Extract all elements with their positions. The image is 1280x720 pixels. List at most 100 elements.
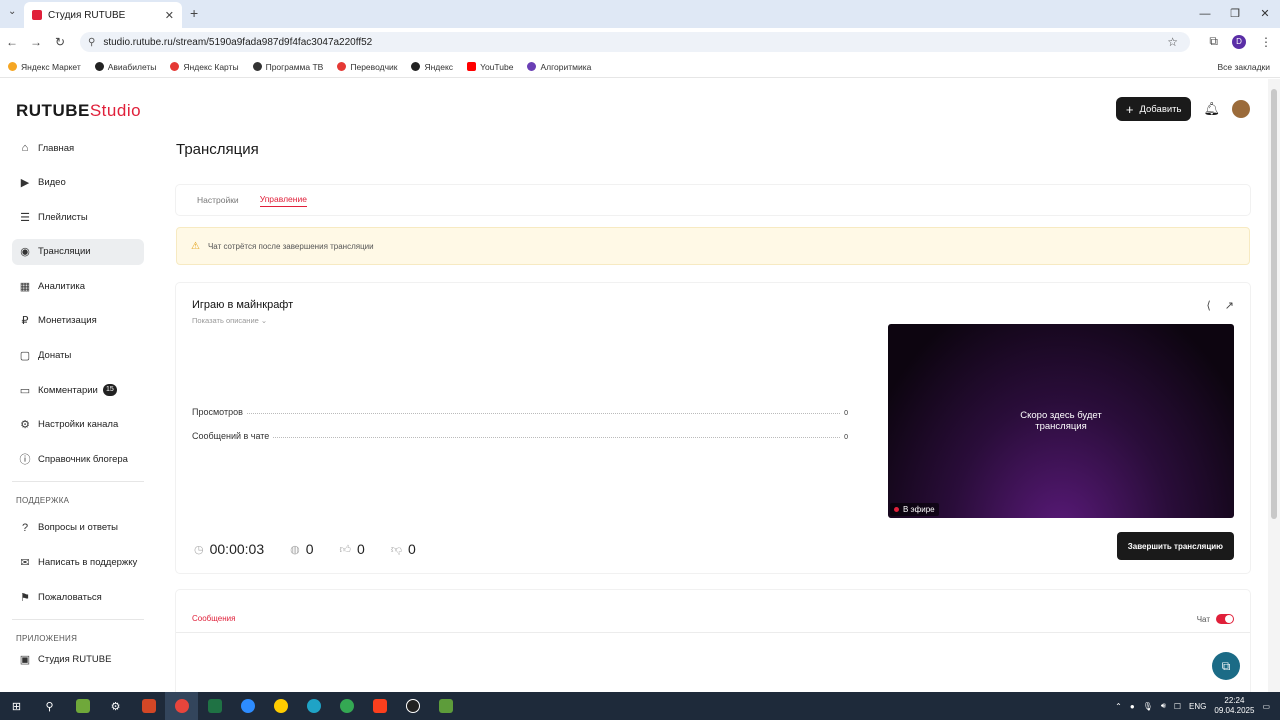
sidebar-item-comments[interactable]: ▭ Комментарии 15: [12, 377, 144, 403]
extensions-icon[interactable]: ⧉: [1209, 34, 1218, 49]
sidebar-item-report[interactable]: ⚑ Пожаловаться: [12, 584, 144, 610]
sidebar-item-channel-settings[interactable]: ⚙ Настройки канала: [12, 412, 144, 438]
end-stream-button[interactable]: Завершить трансляцию: [1116, 532, 1234, 560]
browser-tab[interactable]: Студия RUTUBE ✕: [24, 2, 182, 28]
bookmark-item[interactable]: Программа ТВ: [252, 62, 323, 72]
sidebar-item-video[interactable]: ▶ Видео: [12, 170, 144, 196]
tray-app-icon[interactable]: ●: [1130, 702, 1135, 711]
new-tab-icon[interactable]: +: [190, 5, 198, 21]
stream-tabs: Настройки Управление: [176, 185, 1250, 215]
microphone-icon[interactable]: 🎙︎: [1143, 702, 1153, 711]
all-bookmarks-link[interactable]: Все закладки: [1217, 62, 1270, 72]
chat-toggle[interactable]: Чат: [1197, 614, 1234, 624]
yandex-browser-icon[interactable]: [264, 692, 297, 720]
start-icon[interactable]: ⊞: [0, 692, 33, 720]
bookmark-star-icon[interactable]: ☆: [1167, 35, 1178, 49]
video-icon: ▶: [20, 177, 30, 190]
bookmark-icon: [94, 62, 104, 71]
yandex-icon[interactable]: [363, 692, 396, 720]
bookmark-item[interactable]: Яндекс: [411, 62, 453, 72]
tab-messages[interactable]: Сообщения: [192, 614, 235, 623]
sidebar-item-donates[interactable]: ▢ Донаты: [12, 343, 144, 369]
header-actions: + Добавить 🔔︎: [1115, 97, 1250, 121]
search-icon[interactable]: ⚲: [33, 692, 66, 720]
chrome-alt-icon[interactable]: [330, 692, 363, 720]
stream-preview-player[interactable]: Скоро здесь будет трансляция В эфире: [888, 324, 1234, 518]
sidebar: ⌂ Главная ▶ Видео ☰ Плейлисты ◉ Трансляции ▦…: [12, 135, 144, 677]
sidebar-item-faq[interactable]: ? Вопросы и ответы: [12, 515, 144, 541]
plus-icon: +: [1125, 101, 1134, 117]
app-icon: ▣: [19, 654, 31, 667]
stream-actions: ⟨ ↗: [1206, 299, 1234, 312]
system-tray: ⌃ ● 🎙︎ 🔊︎ ☐ ENG 22:24 09.04.2025 ▭: [1115, 692, 1270, 720]
sidebar-item-analytics[interactable]: ▦ Аналитика: [12, 273, 144, 299]
bookmark-icon: [170, 62, 180, 71]
zoom-icon[interactable]: [231, 692, 264, 720]
language-indicator[interactable]: ENG: [1189, 702, 1206, 711]
sidebar-item-home[interactable]: ⌂ Главная: [12, 135, 144, 161]
rutube-studio-logo[interactable]: RUTUBEStudio: [16, 101, 141, 121]
sidebar-item-broadcasts[interactable]: ◉ Трансляции: [12, 238, 144, 265]
sidebar-item-contact-support[interactable]: ✉ Написать в поддержку: [12, 550, 144, 576]
show-description-link[interactable]: Показать описание ⌄: [192, 316, 267, 325]
notifications-icon[interactable]: ▭: [1262, 702, 1270, 711]
bookmark-item[interactable]: Яндекс Маркет: [8, 62, 81, 72]
chrome-icon[interactable]: [165, 692, 198, 720]
clock[interactable]: 22:24 09.04.2025: [1214, 696, 1254, 716]
channel-avatar[interactable]: [1232, 100, 1250, 118]
bell-icon[interactable]: 🔔︎: [1203, 101, 1220, 117]
obs-icon[interactable]: [396, 692, 429, 720]
close-window-icon[interactable]: ✕: [1250, 0, 1280, 28]
divider: [176, 632, 1250, 633]
support-chat-icon[interactable]: ⧉: [1212, 652, 1240, 680]
stream-card: Играю в майнкрафт Показать описание ⌄ ⟨ …: [176, 283, 1250, 573]
excel-icon[interactable]: [198, 692, 231, 720]
sidebar-item-playlists[interactable]: ☰ Плейлисты: [12, 204, 144, 230]
edge-icon[interactable]: [297, 692, 330, 720]
close-tab-icon[interactable]: ✕: [165, 9, 174, 22]
reload-icon[interactable]: ↻: [48, 35, 72, 49]
settings-icon: ⚙: [20, 419, 30, 432]
divider: [12, 480, 144, 482]
share-icon[interactable]: ⟨: [1206, 299, 1210, 312]
forward-icon[interactable]: →: [24, 35, 48, 49]
open-external-icon[interactable]: ↗: [1225, 299, 1234, 312]
taskbar-app-icon[interactable]: [66, 692, 99, 720]
warning-icon: ⚠: [191, 240, 200, 252]
minecraft-icon[interactable]: [429, 692, 462, 720]
bookmark-item[interactable]: Авиабилеты: [94, 62, 156, 72]
chat-warning-banner: ⚠ Чат сотрётся после завершения трансляц…: [176, 227, 1250, 265]
taskbar-settings-icon[interactable]: ⚙: [99, 692, 132, 720]
bookmark-item[interactable]: Переводчик: [337, 62, 397, 72]
page-scrollbar[interactable]: [1268, 79, 1280, 692]
bookmark-item[interactable]: YouTube: [467, 62, 513, 72]
duration-metric: ◷ 00:00:03: [194, 541, 265, 557]
tab-settings[interactable]: Настройки: [197, 195, 239, 205]
browser-menu-icon[interactable]: ⋮: [1260, 35, 1272, 49]
network-icon[interactable]: ☐: [1174, 702, 1181, 711]
clock-icon: ◷: [194, 543, 204, 556]
chat-switch[interactable]: [1216, 614, 1234, 624]
page-title: Трансляция: [176, 141, 259, 158]
scrollbar-thumb[interactable]: [1271, 89, 1277, 519]
add-button[interactable]: + Добавить: [1115, 97, 1192, 121]
sidebar-item-blogger-guide[interactable]: ⓘ Справочник блогера: [12, 446, 144, 472]
volume-icon[interactable]: 🔊︎: [1161, 701, 1166, 711]
url-field[interactable]: ⚲ studio.rutube.ru/stream/5190a9fada987d…: [80, 32, 1190, 52]
bookmark-item[interactable]: Алгоритмика: [527, 62, 591, 72]
bookmark-item[interactable]: Яндекс Карты: [170, 62, 239, 72]
tab-list-icon[interactable]: ⌄: [8, 6, 16, 17]
sidebar-item-studio-app[interactable]: ▣ Студия RUTUBE: [12, 651, 144, 669]
powerpoint-icon[interactable]: [132, 692, 165, 720]
tab-management[interactable]: Управление: [259, 194, 307, 207]
minimize-icon[interactable]: —: [1190, 0, 1220, 28]
os-taskbar: ⊞ ⚲ ⚙ ⌃ ● 🎙︎ 🔊︎ ☐ ENG 22:24 09.04.2025 ▭: [0, 692, 1280, 720]
restore-icon[interactable]: ❐: [1220, 0, 1250, 28]
tray-chevron-icon[interactable]: ⌃: [1115, 702, 1122, 711]
sidebar-item-monetization[interactable]: ₽ Монетизация: [12, 308, 144, 334]
profile-avatar[interactable]: D: [1232, 34, 1246, 49]
site-info-icon[interactable]: ⚲: [88, 37, 95, 48]
live-badge: В эфире: [890, 503, 939, 516]
chat-card: Сообщения Чат: [176, 590, 1250, 700]
back-icon[interactable]: ←: [0, 35, 24, 49]
